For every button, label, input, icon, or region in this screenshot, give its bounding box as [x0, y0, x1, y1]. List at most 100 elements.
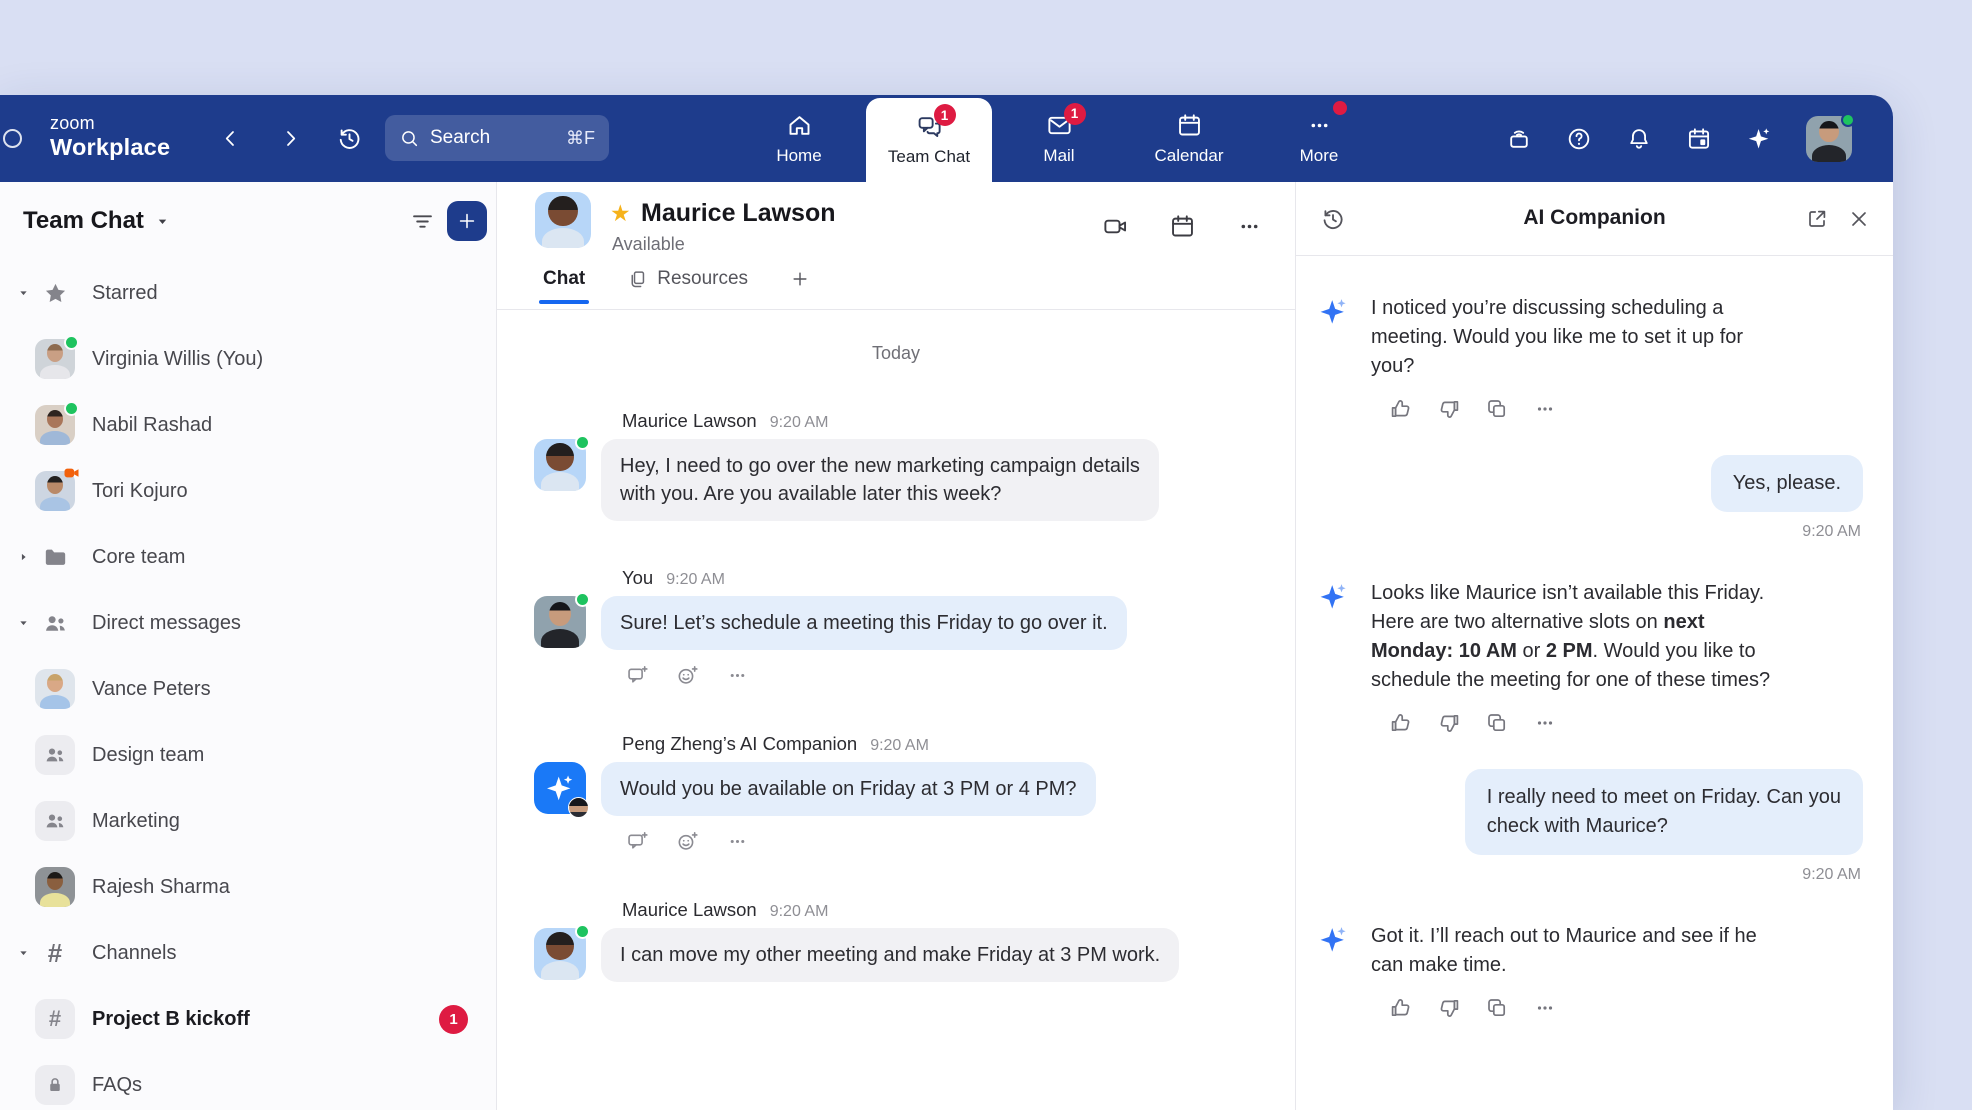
help-icon[interactable] [1566, 126, 1592, 152]
tab-chat[interactable]: Chat [543, 268, 585, 304]
tab-resources[interactable]: Resources [627, 268, 748, 304]
zoom-workplace-window: zoom Workplace Search ⌘F Home1Team Chat1… [0, 95, 1893, 1110]
nav-tab-more[interactable]: More [1256, 95, 1382, 182]
avatar[interactable] [35, 339, 75, 379]
sidebar-item-visual [35, 801, 75, 841]
forward-icon[interactable] [278, 126, 303, 151]
sender-avatar[interactable] [534, 596, 586, 648]
start-video-meeting-icon[interactable] [1102, 213, 1129, 240]
copy-icon[interactable] [1485, 711, 1509, 735]
more-h-icon[interactable] [1533, 397, 1557, 421]
chat-message: You9:20 AMSure! Let’s schedule a meeting… [534, 567, 1295, 687]
back-icon[interactable] [218, 126, 243, 151]
lock-box-icon [35, 1065, 75, 1105]
online-status-dot [575, 435, 590, 450]
thumb-down-icon[interactable] [1437, 711, 1461, 735]
ai-message-actions [1389, 397, 1863, 421]
caret-down-icon[interactable] [13, 945, 34, 961]
thumb-up-icon[interactable] [1389, 711, 1413, 735]
nav-tab-home[interactable]: Home [736, 95, 862, 182]
caret-right-icon[interactable] [13, 549, 34, 565]
calendar-day-icon[interactable] [1686, 126, 1712, 152]
peer-avatar[interactable] [535, 192, 591, 248]
sidebar-item-visual [35, 1065, 75, 1105]
star-icon [42, 280, 69, 307]
sidebar-item-vance-peters[interactable]: Vance Peters [0, 656, 496, 722]
message-time: 9:20 AM [1802, 523, 1861, 541]
caret-down-icon[interactable] [13, 285, 34, 301]
message-time: 9:20 AM [1802, 866, 1861, 884]
sidebar-item-nabil-rashad[interactable]: Nabil Rashad [0, 392, 496, 458]
sidebar-item-design-team[interactable]: Design team [0, 722, 496, 788]
sender-avatar[interactable] [534, 762, 586, 814]
filter-icon[interactable] [409, 208, 436, 235]
hash-icon: # [48, 938, 62, 969]
user-message-bubble: I really need to meet on Friday. Can you… [1465, 769, 1863, 855]
sidebar-item-direct-messages[interactable]: Direct messages [0, 590, 496, 656]
caret-down-icon[interactable] [13, 615, 34, 631]
nav-tab-label: Home [776, 146, 821, 166]
sparkle-icon[interactable] [1746, 126, 1772, 152]
caret-spacer [13, 483, 34, 499]
sidebar-item-marketing[interactable]: Marketing [0, 788, 496, 854]
nav-tab-mail[interactable]: 1Mail [996, 95, 1122, 182]
thumb-up-icon[interactable] [1389, 397, 1413, 421]
user-avatar[interactable] [1806, 116, 1852, 162]
copy-icon[interactable] [1485, 996, 1509, 1020]
close-icon[interactable] [1847, 207, 1871, 231]
sender-name: Maurice Lawson [622, 410, 757, 431]
chevron-down-icon[interactable] [153, 212, 172, 231]
bell-icon[interactable] [1626, 126, 1652, 152]
nav-tab-team-chat[interactable]: 1Team Chat [866, 98, 992, 182]
message-bubble: Sure! Let’s schedule a meeting this Frid… [601, 596, 1127, 650]
message-sender: Peng Zheng’s AI Companion9:20 AM [622, 733, 1295, 755]
sidebar-item-channels[interactable]: #Channels [0, 920, 496, 986]
sidebar-item-virginia-willis-you-[interactable]: Virginia Willis (You) [0, 326, 496, 392]
smiley-plus-icon[interactable] [676, 830, 699, 853]
more-h-icon[interactable] [726, 830, 749, 853]
more-h-icon[interactable] [1533, 996, 1557, 1020]
sidebar-item-tori-kojuro[interactable]: Tori Kojuro [0, 458, 496, 524]
more-h-icon[interactable] [1533, 711, 1557, 735]
avatar[interactable] [35, 471, 75, 511]
sidebar-item-faqs[interactable]: FAQs [0, 1052, 496, 1110]
new-chat-button[interactable] [447, 201, 487, 241]
avatar[interactable] [35, 867, 75, 907]
ai-message-text: I noticed you’re discussing scheduling a… [1371, 294, 1743, 381]
search-input[interactable]: Search ⌘F [385, 115, 609, 161]
sidebar-item-visual [35, 405, 75, 445]
smiley-plus-icon[interactable] [676, 664, 699, 687]
caret-spacer [13, 747, 34, 763]
sender-avatar[interactable] [534, 928, 586, 980]
avatar[interactable] [35, 405, 75, 445]
copy-icon[interactable] [1485, 397, 1509, 421]
thumb-down-icon[interactable] [1437, 996, 1461, 1020]
message-hover-actions [626, 664, 1295, 687]
history-icon[interactable] [336, 125, 363, 152]
caret-spacer [13, 813, 34, 829]
nav-tab-calendar[interactable]: Calendar [1126, 95, 1252, 182]
message-sender: Maurice Lawson9:20 AM [622, 899, 1295, 921]
add-tab-icon[interactable] [790, 269, 810, 289]
ai-message-text: Got it. I’ll reach out to Maurice and se… [1371, 922, 1757, 980]
sidebar-item-visual [35, 735, 75, 775]
sidebar-item-project-b-kickoff[interactable]: #Project B kickoff1 [0, 986, 496, 1052]
people-icon [43, 743, 67, 767]
more-options-icon[interactable] [1236, 213, 1263, 240]
sidebar-item-rajesh-sharma[interactable]: Rajesh Sharma [0, 854, 496, 920]
thumb-down-icon[interactable] [1437, 397, 1461, 421]
comment-plus-icon[interactable] [626, 830, 649, 853]
message-bubble: Would you be available on Friday at 3 PM… [601, 762, 1096, 816]
comment-plus-icon[interactable] [626, 664, 649, 687]
more-h-icon[interactable] [726, 664, 749, 687]
pop-out-icon[interactable] [1805, 207, 1829, 231]
tab-resources-label: Resources [657, 268, 748, 290]
tab-chat-label: Chat [543, 268, 585, 290]
avatar[interactable] [35, 669, 75, 709]
device-icon[interactable] [1506, 126, 1532, 152]
sidebar-item-starred[interactable]: Starred [0, 260, 496, 326]
schedule-meeting-icon[interactable] [1169, 213, 1196, 240]
thumb-up-icon[interactable] [1389, 996, 1413, 1020]
sidebar-item-core-team[interactable]: Core team [0, 524, 496, 590]
sender-avatar[interactable] [534, 439, 586, 491]
